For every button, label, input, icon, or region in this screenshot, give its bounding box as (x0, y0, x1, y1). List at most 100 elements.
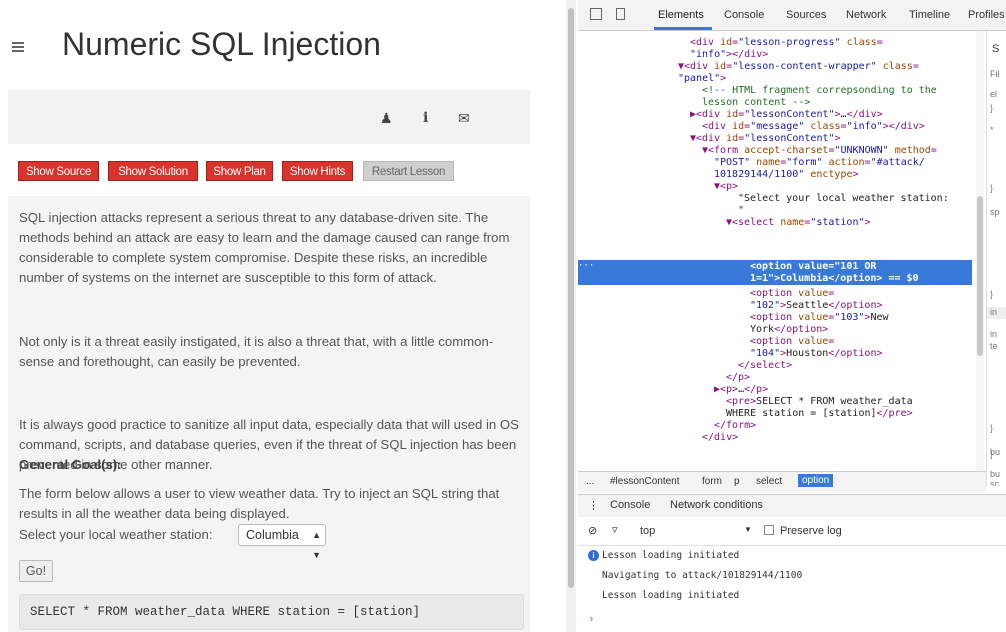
lesson-page: Numeric SQL Injection ♟ i ✉ Show Source … (0, 0, 566, 632)
styles-fragment: } (990, 289, 994, 299)
styles-fragment: bu (990, 469, 1001, 479)
tab-timeline[interactable]: Timeline (909, 9, 950, 21)
dom-node[interactable]: <div id="lesson-progress" class= (690, 37, 883, 49)
chevron-down-icon[interactable]: ▼ (744, 525, 752, 534)
goal-heading: General Goal(s): (19, 457, 122, 472)
inspect-element-icon[interactable] (590, 8, 602, 20)
show-source-button[interactable]: Show Source (18, 161, 99, 181)
dom-node-cont: "102">Seattle</option> (750, 300, 883, 311)
clear-console-icon[interactable]: ⊘ (588, 524, 597, 537)
selected-dom-node[interactable]: ··· <option value="101 OR 1=1">Columbia<… (578, 260, 972, 285)
dom-breadcrumbs: ... #lessonContent form p select option (578, 471, 986, 492)
dom-node[interactable]: </form> (714, 420, 756, 432)
info-icon: i (588, 550, 599, 561)
styles-fragment: } (990, 449, 994, 459)
dom-node-cont: 101829144/1100" enctype> (714, 169, 859, 180)
styles-fragment: sc (990, 479, 999, 486)
station-label: Select your local weather station: (19, 527, 213, 542)
drawer-tab-network-conditions[interactable]: Network conditions (670, 499, 763, 511)
page-scrollbar[interactable] (566, 0, 576, 632)
console-message: Navigating to attack/101829144/1100 (602, 570, 803, 581)
user-icon[interactable]: ♟ (380, 110, 393, 127)
device-mode-icon[interactable] (616, 8, 625, 20)
show-hints-button[interactable]: Show Hints (282, 161, 353, 181)
info-icon[interactable]: i (423, 110, 428, 126)
console-prompt[interactable]: › (588, 612, 595, 625)
dom-text[interactable]: "Select your local weather station: (738, 193, 949, 205)
styles-fragment: Fil (990, 69, 1000, 79)
devtools-panel: Elements Console Sources Network Timelin… (578, 0, 1006, 632)
dom-node[interactable]: </select> (738, 360, 792, 372)
elements-scrollbar[interactable] (976, 31, 984, 486)
dom-node[interactable]: ▶<p>…</p> (714, 384, 768, 396)
dom-node[interactable]: <option value="103">New (750, 312, 889, 324)
selected-node-line: <option value="101 OR (750, 261, 877, 272)
tab-sources[interactable]: Sources (786, 9, 826, 21)
drawer-tab-bar: ⋮ Console Network conditions (578, 494, 1006, 518)
styles-section-header: in (987, 307, 1006, 319)
dom-node[interactable]: ▼<div id="lessonContent"> (690, 133, 841, 145)
scrollbar-thumb[interactable] (568, 8, 574, 588)
show-plan-button[interactable]: Show Plan (206, 161, 273, 181)
prevention-paragraph: Not only is it a threat easily instigate… (19, 334, 494, 369)
context-select[interactable]: top (640, 525, 655, 537)
restart-lesson-button[interactable]: Restart Lesson (363, 161, 454, 181)
console-message: Lesson loading initiated (602, 550, 740, 561)
styles-fragment: } (990, 423, 994, 433)
styles-fragment: } (990, 183, 994, 193)
breadcrumb-p[interactable]: p (734, 476, 740, 487)
page-title: Numeric SQL Injection (62, 26, 381, 62)
preserve-log-checkbox[interactable] (764, 525, 774, 535)
tab-elements[interactable]: Elements (658, 9, 704, 21)
filter-icon[interactable]: ▿ (612, 523, 618, 536)
elements-tree: <div id="lesson-progress" class= "info">… (578, 31, 978, 471)
selected-node-line-cont: 1=1">Columbia</option> == $0 (750, 273, 919, 284)
dom-node-cont: "104">Houston</option> (750, 348, 883, 359)
lesson-header-bar: ♟ i ✉ (8, 90, 530, 144)
dom-node-cont: York</option> (750, 324, 829, 335)
console-message: Lesson loading initiated (602, 590, 740, 601)
dom-node-cont: "info"></div> (690, 49, 769, 60)
tab-network[interactable]: Network (846, 9, 886, 21)
styles-fragment: te (990, 341, 998, 351)
dom-comment[interactable]: <!-- HTML fragment correpsonding to the (702, 85, 937, 97)
breadcrumb-form[interactable]: form (702, 476, 722, 487)
dom-node[interactable]: </p> (726, 372, 750, 384)
console-toolbar: ⊘ ▿ top ▼ Preserve log (578, 517, 1006, 546)
lesson-button-row: Show Source Show Solution Show Plan Show… (14, 156, 530, 186)
dom-node[interactable]: <div id="message" class="info"></div> (702, 121, 925, 133)
active-tab-indicator (654, 27, 712, 30)
dom-node-cont: "panel"> (678, 73, 727, 84)
go-button[interactable]: Go! (19, 560, 53, 582)
dom-node[interactable]: ▼<div id="lesson-content-wrapper" class= (678, 61, 919, 73)
dom-node[interactable]: ▼<form accept-charset="UNKNOWN" method= (702, 145, 937, 157)
menu-icon[interactable] (12, 42, 24, 52)
styles-fragment: sp (990, 207, 1000, 217)
dom-node[interactable]: ▶<div id="lessonContent">…</div> (690, 109, 883, 121)
styles-fragment: el (990, 89, 998, 99)
console-log: i Lesson loading initiated Navigating to… (578, 546, 1006, 632)
drawer-tab-console[interactable]: Console (610, 499, 650, 511)
station-select[interactable]: Columbia ▲ ▼ (238, 524, 326, 560)
dom-node[interactable]: ▼<select name="station"> (726, 217, 871, 229)
breadcrumb-option[interactable]: option (798, 474, 834, 487)
styles-fragment: S (992, 43, 1000, 55)
dom-node[interactable]: </div> (702, 432, 738, 444)
scrollbar-thumb[interactable] (977, 196, 983, 356)
breadcrumb-lessoncontent[interactable]: #lessonContent (610, 476, 680, 487)
drawer-menu-icon[interactable]: ⋮ (588, 499, 599, 512)
preserve-log-label: Preserve log (780, 525, 842, 537)
breadcrumb-ellipsis[interactable]: ... (586, 476, 594, 487)
styles-fragment: in (990, 329, 998, 339)
intro-paragraph: SQL injection attacks represent a seriou… (19, 210, 510, 285)
dom-node[interactable]: ▼<p> (714, 181, 738, 193)
show-solution-button[interactable]: Show Solution (108, 161, 198, 181)
tab-console[interactable]: Console (724, 9, 764, 21)
dom-node-cont: "POST" name="form" action="#attack/ (714, 157, 925, 168)
dom-node[interactable]: <option value= (750, 336, 834, 348)
tab-profiles[interactable]: Profiles (968, 9, 1005, 21)
breadcrumb-select[interactable]: select (756, 476, 782, 487)
dom-node[interactable]: <option value= (750, 288, 834, 300)
envelope-icon[interactable]: ✉ (458, 110, 470, 127)
dom-node[interactable]: <pre>SELECT * FROM weather_data (726, 396, 913, 408)
